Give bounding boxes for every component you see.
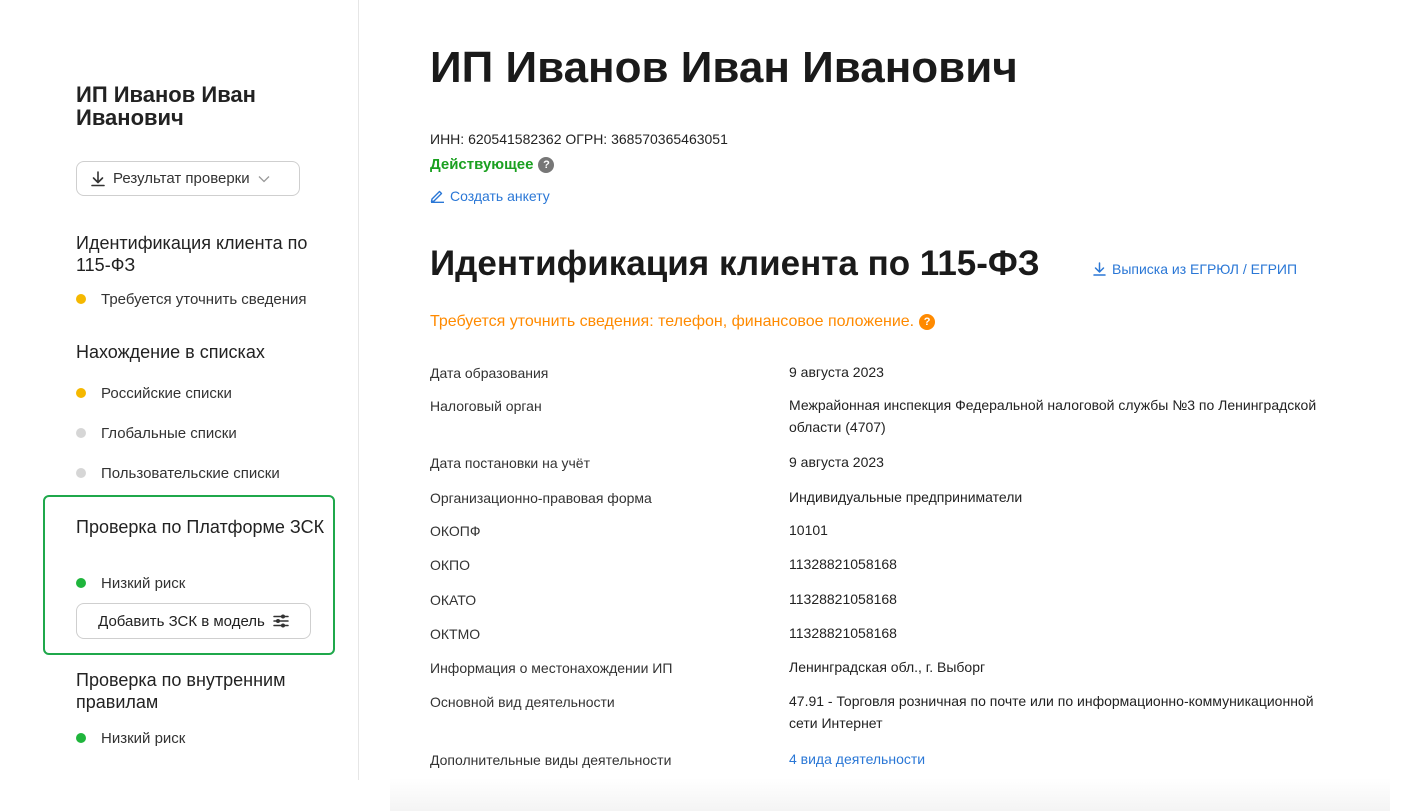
row-label: Дата постановки на учёт (430, 455, 590, 471)
status-label: Низкий риск (101, 574, 186, 592)
scroll-fade (390, 778, 1390, 811)
status-dot (76, 294, 86, 304)
pencil-icon (430, 190, 444, 203)
status-item-user-lists[interactable]: Пользовательские списки (76, 463, 280, 483)
warning-message: Требуется уточнить сведения: телефон, фи… (430, 313, 936, 331)
row-value: 11328821058168 (789, 591, 897, 607)
status-item-global-lists[interactable]: Глобальные списки (76, 423, 237, 443)
section-heading: Идентификация клиента по 115-ФЗ (430, 244, 1040, 283)
row-label: ОКТМО (430, 626, 481, 642)
status-label: Низкий риск (101, 729, 186, 747)
help-icon[interactable]: ? (919, 314, 936, 330)
additional-activities-link[interactable]: 4 вида деятельности (789, 748, 1334, 770)
row-label: Налоговый орган (430, 398, 542, 414)
row-value: 9 августа 2023 (789, 364, 884, 380)
row-value: Индивидуальные предприниматели (789, 489, 1023, 505)
status-label: Российские списки (101, 384, 232, 402)
section-zsk-platform[interactable]: Проверка по Платформе ЗСК (76, 516, 326, 538)
section-lists[interactable]: Нахождение в списках (76, 341, 326, 363)
status-dot (76, 733, 86, 743)
status-item-identification[interactable]: Требуется уточнить сведения (76, 289, 307, 309)
row-label: Организационно-правовая форма (430, 490, 652, 506)
row-value: 10101 (789, 522, 828, 538)
status-dot (76, 388, 86, 398)
check-result-dropdown[interactable]: Результат проверки (76, 161, 300, 196)
check-result-label: Результат проверки (113, 170, 250, 187)
row-label: ОКОПФ (430, 523, 481, 539)
row-label: Дата образования (430, 365, 549, 381)
row-value: 11328821058168 (789, 556, 897, 572)
status-label: Глобальные списки (101, 424, 237, 442)
page-title: ИП Иванов Иван Иванович (430, 43, 1018, 92)
sliders-icon (273, 614, 289, 628)
status-dot (76, 578, 86, 588)
row-label: Дополнительные виды деятельности (430, 752, 672, 768)
status-item-russian-lists[interactable]: Российские списки (76, 383, 232, 403)
row-value: Ленинградская обл., г. Выборг (789, 659, 986, 675)
row-value: Межрайонная инспекция Федеральной налого… (789, 397, 1317, 435)
status-dot (76, 428, 86, 438)
status-label: Требуется уточнить сведения (101, 290, 307, 308)
row-value: 9 августа 2023 (789, 454, 884, 470)
egrul-extract-label: Выписка из ЕГРЮЛ / ЕГРИП (1112, 261, 1298, 277)
sidebar-title: ИП Иванов Иван Иванович (76, 82, 256, 130)
company-status: Действующее ? (430, 156, 555, 173)
section-identification[interactable]: Идентификация клиента по 115-ФЗ (76, 232, 326, 276)
warning-text: Требуется уточнить сведения: телефон, фи… (430, 313, 915, 330)
row-label: Информация о местонахождении ИП (430, 660, 673, 676)
create-form-link[interactable]: Создать анкету (430, 188, 550, 204)
row-label: ОКАТО (430, 592, 477, 608)
status-dot (76, 468, 86, 478)
main-content: ИП Иванов Иван Иванович ИНН: 62054158236… (430, 0, 1390, 811)
status-label: Пользовательские списки (101, 464, 280, 482)
help-icon[interactable]: ? (538, 156, 555, 173)
sidebar: ИП Иванов Иван Иванович Результат провер… (0, 0, 359, 780)
row-value: 11328821058168 (789, 625, 897, 641)
status-text: Действующее (430, 156, 534, 173)
create-form-label: Создать анкету (450, 188, 550, 204)
add-zsk-to-model-button[interactable]: Добавить ЗСК в модель (76, 603, 311, 639)
row-label: Основной вид деятельности (430, 694, 615, 710)
chevron-down-icon (258, 175, 270, 182)
section-internal-rules[interactable]: Проверка по внутренним правилам (76, 669, 326, 713)
egrul-extract-link[interactable]: Выписка из ЕГРЮЛ / ЕГРИП (1093, 261, 1297, 277)
download-icon (91, 170, 105, 186)
status-item-zsk-risk[interactable]: Низкий риск (76, 573, 185, 593)
status-item-internal-risk[interactable]: Низкий риск (76, 728, 185, 748)
company-ids: ИНН: 620541582362 ОГРН: 368570365463051 (430, 131, 728, 147)
download-icon (1093, 262, 1106, 276)
add-zsk-label: Добавить ЗСК в модель (98, 612, 265, 630)
row-label: ОКПО (430, 557, 470, 573)
row-value: 47.91 - Торговля розничная по почте или … (789, 693, 1314, 731)
